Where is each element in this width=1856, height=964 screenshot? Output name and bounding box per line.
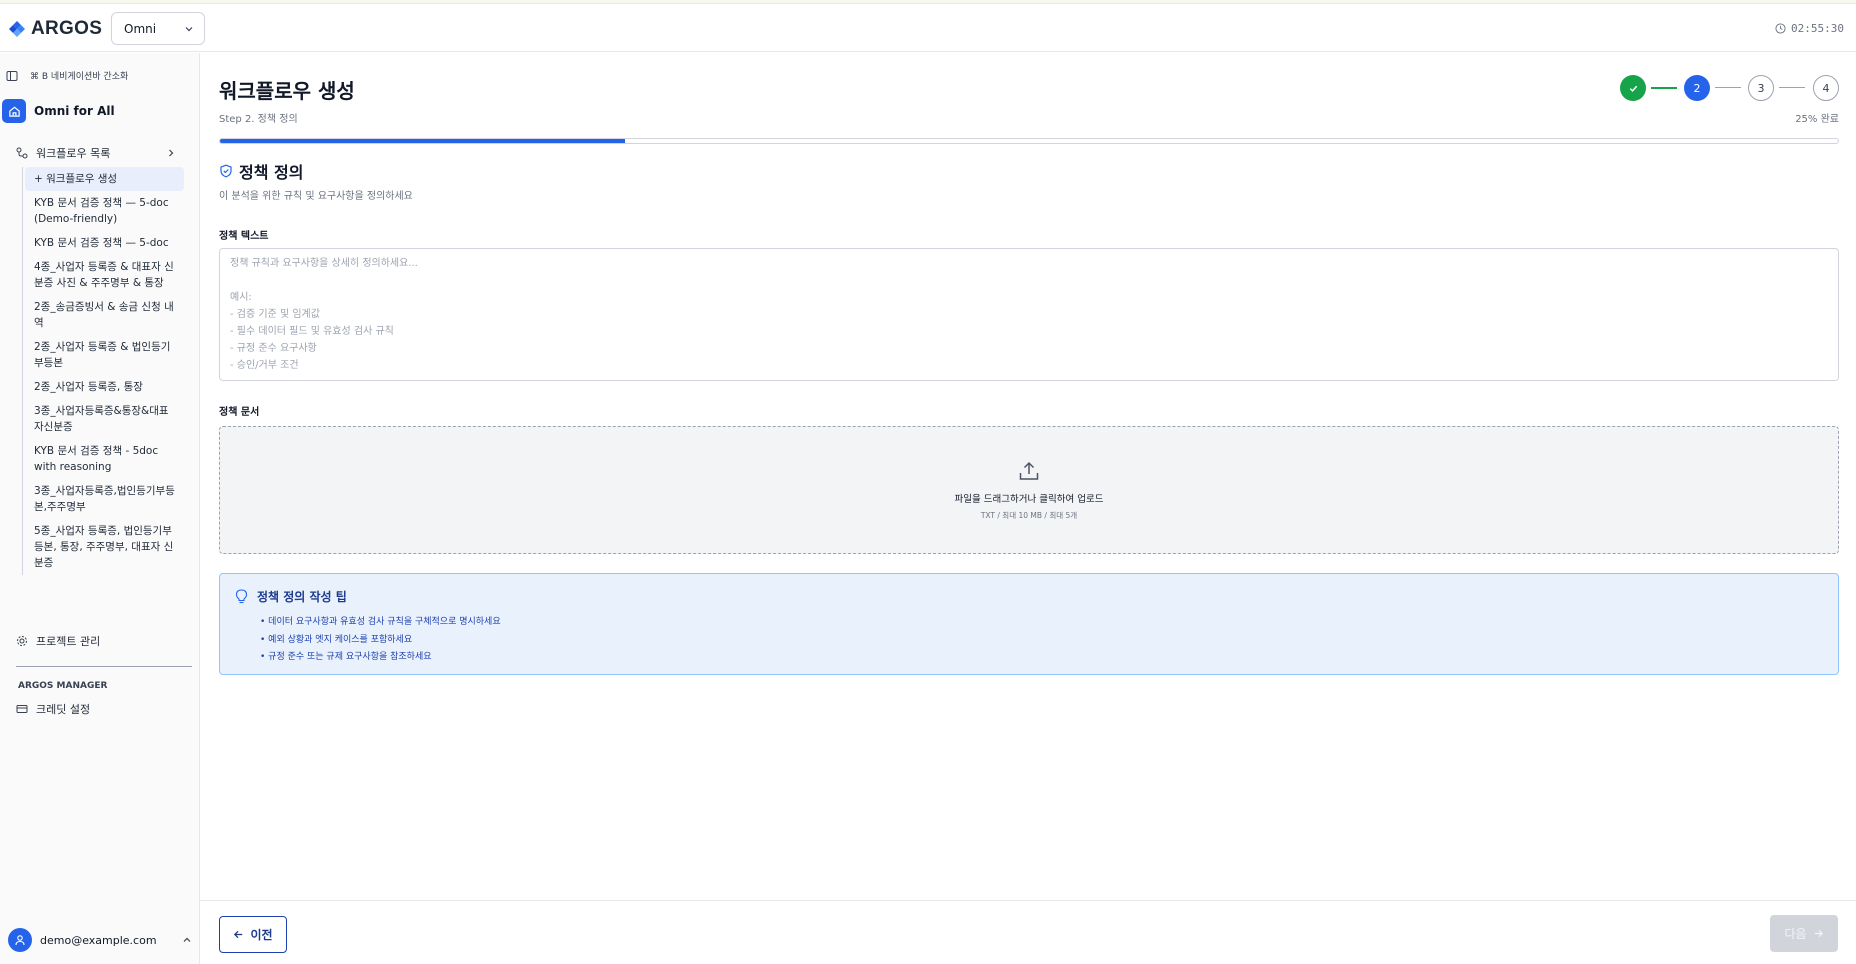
sidebar-item-label: 워크플로우 목록 — [36, 147, 111, 160]
file-upload-dropzone[interactable]: 파일을 드래그하거나 클릭하여 업로드 TXT / 최대 10 MB / 최대 … — [219, 426, 1839, 554]
workflow-list-item[interactable]: KYB 문서 검증 정책 — 5-doc — [23, 231, 184, 255]
policy-text-label: 정책 텍스트 — [219, 231, 269, 242]
gear-icon — [17, 636, 27, 646]
home-icon — [2, 99, 26, 123]
workflow-list-item[interactable]: 3종_사업자등록증,법인등기부등본,주주명부 — [23, 479, 184, 519]
tip-item: • 규정 준수 또는 규제 요구사항을 참조하세요 — [260, 652, 432, 662]
step-2-current: 2 — [1684, 75, 1710, 101]
workspace-select[interactable]: Omni — [111, 12, 205, 45]
step-connector — [1651, 87, 1677, 89]
previous-button[interactable]: 이전 — [219, 916, 287, 953]
workflow-list-item[interactable]: 2종_송금증빙서 & 송금 신청 내역 — [23, 295, 184, 335]
policy-document-label: 정책 문서 — [219, 407, 260, 418]
sidebar-item-label: 크레딧 설정 — [36, 703, 91, 716]
workflow-list-item[interactable]: 2종_사업자 등록증 & 법인등기부등본 — [23, 335, 184, 375]
policy-text-input[interactable] — [219, 248, 1839, 381]
section-description: 이 분석을 위한 규칙 및 요구사항을 정의하세요 — [219, 191, 413, 202]
upload-icon — [1019, 461, 1039, 480]
project-header[interactable]: Omni for All — [2, 99, 115, 123]
workflow-list-item[interactable]: 2종_사업자 등록증, 통장 — [23, 375, 184, 399]
shield-check-icon — [220, 164, 232, 178]
progress-fill — [220, 139, 625, 143]
arrow-right-icon — [1814, 929, 1823, 938]
sidebar-item-credit[interactable]: 크레딧 설정 — [16, 701, 90, 717]
top-bar: ARGOS Omni 02:55:30 — [0, 4, 1856, 52]
workflow-list: + 워크플로우 생성 KYB 문서 검증 정책 — 5-doc (Demo-fr… — [22, 167, 184, 575]
app-logo[interactable]: ARGOS — [8, 18, 102, 40]
chevron-down-icon — [185, 26, 193, 31]
stepper: 2 3 4 — [1620, 75, 1839, 101]
step-4: 4 — [1813, 75, 1839, 101]
workflow-list-item[interactable]: 4종_사업자 등록증 & 대표자 신분증 사진 & 주주명부 & 통장 — [23, 255, 184, 295]
lightbulb-icon — [235, 589, 248, 604]
tips-header: 정책 정의 작성 팁 — [235, 588, 347, 605]
workflow-list-item[interactable]: KYB 문서 검증 정책 - 5doc with reasoning — [23, 439, 184, 479]
workflow-list-item[interactable]: KYB 문서 검증 정책 — 5-doc (Demo-friendly) — [23, 191, 184, 231]
step-connector — [1779, 87, 1805, 88]
tips-list: • 데이터 요구사항과 유효성 검사 규칙을 구체적으로 명시하세요 • 예외 … — [260, 614, 501, 667]
workspace-select-value: Omni — [124, 21, 157, 36]
clock-icon — [1775, 23, 1786, 34]
progress-bar — [219, 138, 1839, 144]
workflow-icon — [16, 147, 28, 159]
avatar — [8, 928, 32, 952]
create-workflow-item[interactable]: + 워크플로우 생성 — [25, 167, 184, 191]
tip-item: • 예외 상황과 엣지 케이스를 포함하세요 — [260, 634, 413, 645]
chevron-right-icon — [169, 149, 174, 157]
section-title: 정책 정의 — [239, 163, 304, 182]
step-subtitle: Step 2. 정책 정의 — [219, 114, 298, 125]
sidebar-item-label: 프로젝트 관리 — [36, 635, 101, 648]
sidebar-divider — [16, 666, 192, 667]
check-icon — [1629, 85, 1637, 92]
user-icon — [15, 935, 25, 946]
progress-percent: 25% 완료 — [1795, 114, 1839, 125]
tips-panel: 정책 정의 작성 팁 • 데이터 요구사항과 유효성 검사 규칙을 구체적으로 … — [219, 573, 1839, 675]
session-clock: 02:55:30 — [1775, 22, 1844, 35]
project-name: Omni for All — [34, 104, 115, 118]
upload-limits: TXT / 최대 10 MB / 최대 5개 — [980, 511, 1078, 520]
sidebar-toggle-icon — [6, 70, 18, 81]
sidebar-item-project-manage[interactable]: 프로젝트 관리 — [16, 633, 100, 649]
user-menu[interactable]: demo@example.com — [8, 928, 192, 952]
step-1-complete — [1620, 75, 1646, 101]
manager-section-label: ARGOS MANAGER — [18, 681, 108, 691]
page-title: 워크플로우 생성 — [219, 79, 355, 103]
footer-bar: 이전 다음 — [200, 900, 1856, 964]
sidebar: ⌘ B 네비게이션바 간소화 Omni for All 워크플로우 목록 + 워… — [0, 53, 200, 964]
logo-text: ARGOS — [31, 18, 103, 39]
arrow-left-icon — [234, 930, 243, 939]
next-button[interactable]: 다음 — [1770, 915, 1838, 952]
workflow-list-item[interactable]: 3종_사업자등록증&통장&대표자신분증 — [23, 399, 184, 439]
workflow-list-item[interactable]: 5종_사업자 등록증, 법인등기부등본, 통장, 주주명부, 대표자 신분증 — [23, 519, 184, 575]
tips-title: 정책 정의 작성 팁 — [257, 590, 347, 604]
next-button-label: 다음 — [1784, 927, 1807, 941]
sidebar-shortcut-text: ⌘ B 네비게이션바 간소화 — [30, 72, 129, 82]
chevron-up-icon — [183, 937, 191, 942]
previous-button-label: 이전 — [250, 928, 273, 942]
step-connector — [1715, 87, 1741, 88]
upload-instruction: 파일을 드래그하거나 클릭하여 업로드 — [954, 494, 1104, 505]
sidebar-collapse-hint[interactable]: ⌘ B 네비게이션바 간소화 — [6, 69, 128, 82]
clock-time: 02:55:30 — [1791, 22, 1844, 35]
user-email: demo@example.com — [40, 933, 157, 947]
step-3: 3 — [1748, 75, 1774, 101]
credit-card-icon — [16, 705, 28, 713]
argos-logo-icon — [9, 21, 25, 37]
tip-item: • 데이터 요구사항과 유효성 검사 규칙을 구체적으로 명시하세요 — [260, 617, 501, 627]
sidebar-item-workflows[interactable]: 워크플로우 목록 — [16, 145, 176, 161]
section-header: 정책 정의 — [219, 159, 303, 183]
